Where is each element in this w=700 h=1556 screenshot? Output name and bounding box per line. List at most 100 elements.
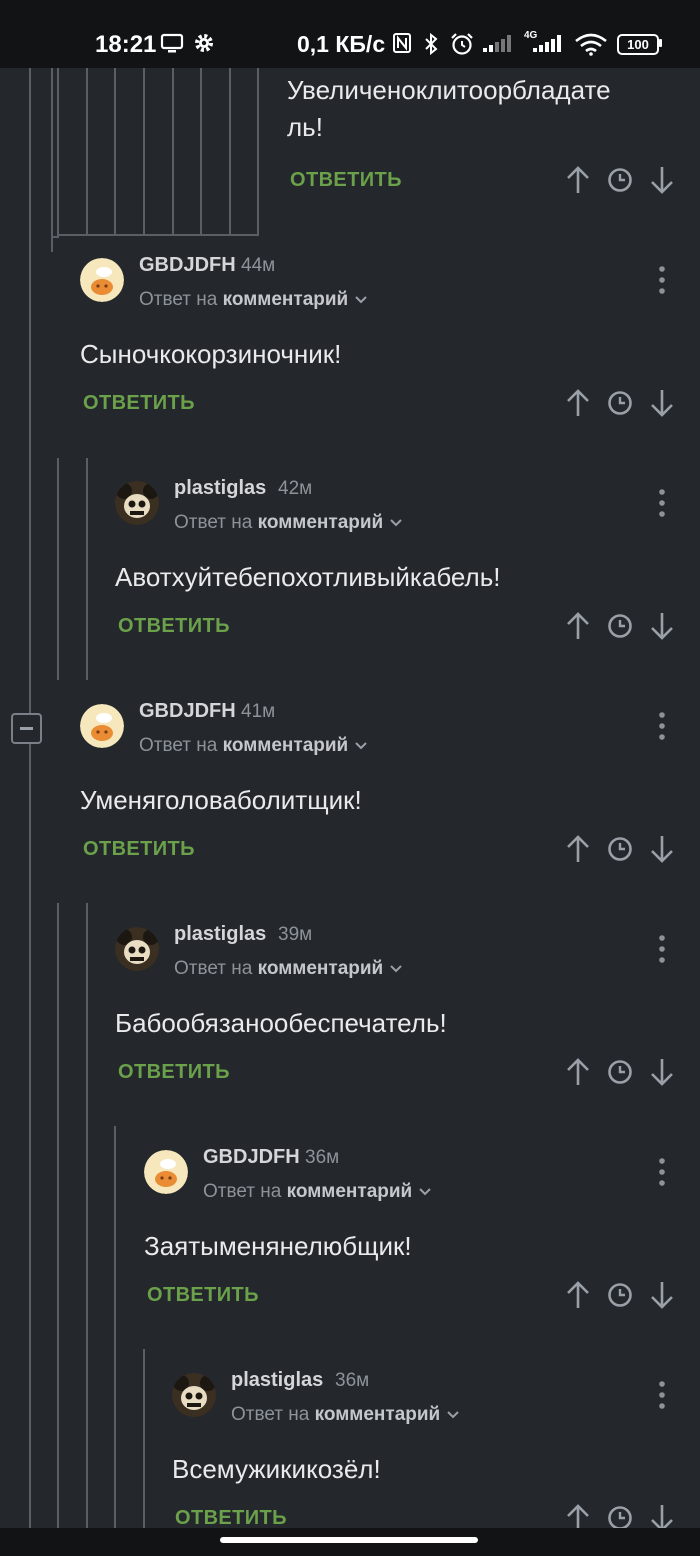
more-vertical-icon[interactable] — [659, 935, 665, 963]
reply-to-prefix: Ответ на — [174, 958, 253, 979]
comment-time: 39м — [278, 924, 313, 945]
arrow-down-icon[interactable] — [650, 611, 674, 641]
reply-to-target: комментарий — [222, 289, 349, 310]
chevron-down-icon — [390, 965, 402, 973]
avatar[interactable] — [80, 704, 124, 748]
comment-time: 36м — [335, 1370, 370, 1391]
arrow-down-icon[interactable] — [650, 388, 674, 418]
reply-button[interactable]: ОТВЕТИТЬ — [83, 392, 195, 415]
reply-to-prefix: Ответ на — [139, 289, 218, 310]
reply-to-link[interactable]: Ответ на комментарий — [174, 958, 403, 980]
reply-button[interactable]: ОТВЕТИТЬ — [118, 615, 230, 638]
reply-button[interactable]: ОТВЕТИТЬ — [175, 1507, 287, 1530]
reply-to-link[interactable]: Ответ на комментарий — [139, 735, 368, 757]
username[interactable]: GBDJDFH — [139, 700, 236, 723]
comment-body-line: ль! — [287, 112, 323, 142]
avatar[interactable] — [144, 1150, 188, 1194]
thread-line — [229, 68, 231, 236]
more-vertical-icon[interactable] — [659, 489, 665, 517]
thread-line — [86, 458, 88, 680]
comment-time: 36м — [305, 1147, 340, 1168]
clock-icon[interactable] — [607, 167, 633, 193]
skull-mouse-avatar-icon — [115, 927, 159, 971]
thread-line — [257, 68, 259, 236]
clock-icon[interactable] — [607, 390, 633, 416]
arrow-up-icon[interactable] — [566, 1057, 590, 1087]
reply-to-prefix: Ответ на — [231, 1404, 310, 1425]
avatar[interactable] — [80, 258, 124, 302]
arrow-up-icon[interactable] — [566, 611, 590, 641]
reply-to-prefix: Ответ на — [203, 1181, 282, 1202]
username[interactable]: plastiglas — [174, 923, 266, 946]
arrow-up-icon[interactable] — [566, 834, 590, 864]
nfc-icon — [393, 33, 411, 53]
arrow-up-icon[interactable] — [566, 165, 590, 195]
comment-body: Увеличеноклитоорбладате ль! — [287, 72, 687, 146]
thread-line — [57, 68, 59, 236]
clock-icon[interactable] — [607, 1282, 633, 1308]
thread-line — [114, 1126, 116, 1528]
status-bar: 18:21 0,1 КБ/с 4G 100 — [0, 0, 700, 68]
avatar[interactable] — [115, 481, 159, 525]
thread-line — [86, 68, 88, 236]
reply-to-link[interactable]: Ответ на комментарий — [231, 1404, 460, 1426]
avatar[interactable] — [115, 927, 159, 971]
signal-strength-icon — [483, 35, 511, 52]
username[interactable]: plastiglas — [174, 477, 266, 500]
arrow-up-icon[interactable] — [566, 388, 590, 418]
collapse-thread-button[interactable] — [11, 713, 42, 744]
skull-mouse-avatar-icon — [115, 481, 159, 525]
thread-line — [29, 744, 31, 1528]
comment-time: 41м — [241, 701, 276, 722]
clock-icon[interactable] — [607, 1059, 633, 1085]
thread-line — [114, 68, 116, 236]
comments-screen: 18:21 0,1 КБ/с 4G 100 Увеличеноклитоорбл… — [0, 0, 700, 1556]
thread-line — [51, 236, 59, 238]
reply-button[interactable]: ОТВЕТИТЬ — [290, 169, 402, 192]
arrow-up-icon[interactable] — [566, 1280, 590, 1310]
more-vertical-icon[interactable] — [659, 712, 665, 740]
arrow-down-icon[interactable] — [650, 165, 674, 195]
more-vertical-icon[interactable] — [659, 1158, 665, 1186]
chevron-down-icon — [447, 1411, 459, 1419]
reply-button[interactable]: ОТВЕТИТЬ — [147, 1284, 259, 1307]
comment-body: Заятыменянелюбщик! — [144, 1231, 412, 1261]
comment-body-line: Увеличеноклитоорбладате — [287, 75, 611, 105]
reply-button[interactable]: ОТВЕТИТЬ — [118, 1061, 230, 1084]
arrow-down-icon[interactable] — [650, 1057, 674, 1087]
more-vertical-icon[interactable] — [659, 1381, 665, 1409]
cook-avatar-icon — [80, 704, 124, 748]
arrow-down-icon[interactable] — [650, 1280, 674, 1310]
skull-mouse-avatar-icon — [172, 1373, 216, 1417]
reply-to-target: комментарий — [222, 735, 349, 756]
reply-to-link[interactable]: Ответ на комментарий — [139, 289, 368, 311]
reply-to-target: комментарий — [314, 1404, 441, 1425]
reply-to-link[interactable]: Ответ на комментарий — [174, 512, 403, 534]
clock-icon[interactable] — [607, 836, 633, 862]
clock-icon[interactable] — [607, 613, 633, 639]
more-vertical-icon[interactable] — [659, 266, 665, 294]
comment-body: Всемужикикозёл! — [172, 1454, 381, 1484]
thread-line — [57, 458, 59, 680]
username[interactable]: GBDJDFH — [139, 254, 236, 277]
thread-line — [57, 234, 259, 236]
reply-to-prefix: Ответ на — [174, 512, 253, 533]
reply-to-link[interactable]: Ответ на комментарий — [203, 1181, 432, 1203]
bluetooth-icon — [425, 32, 438, 56]
home-gesture-bar[interactable] — [220, 1537, 478, 1543]
arrow-down-icon[interactable] — [650, 834, 674, 864]
network-speed: 0,1 КБ/с — [297, 31, 386, 57]
thread-line — [143, 1349, 145, 1528]
battery-indicator: 100 — [617, 34, 659, 55]
thread-line — [143, 68, 145, 236]
reply-to-prefix: Ответ на — [139, 735, 218, 756]
username[interactable]: GBDJDFH — [203, 1146, 300, 1169]
thread-line — [57, 903, 59, 1528]
comment-body: Бабообязанообеспечатель! — [115, 1008, 447, 1038]
reply-to-target: комментарий — [257, 512, 384, 533]
avatar[interactable] — [172, 1373, 216, 1417]
thread-line — [51, 68, 53, 252]
reply-button[interactable]: ОТВЕТИТЬ — [83, 838, 195, 861]
comment-time: 44м — [241, 255, 276, 276]
username[interactable]: plastiglas — [231, 1369, 323, 1392]
